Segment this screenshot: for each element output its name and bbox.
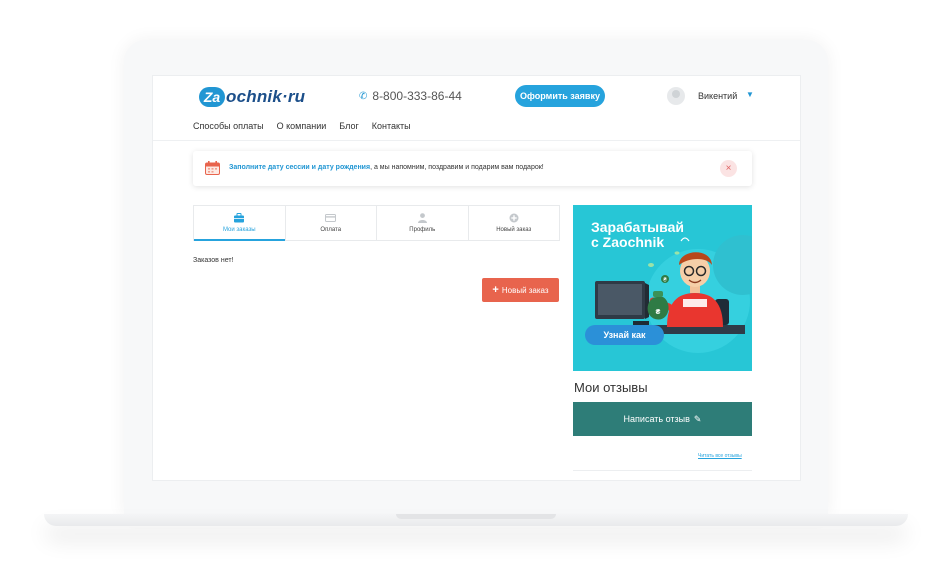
account-tabs: Мои заказы Оплата Профиль Новый заказ: [193, 205, 560, 241]
order-request-button[interactable]: Оформить заявку: [515, 85, 605, 107]
svg-text:₴: ₴: [656, 309, 661, 316]
learn-how-button[interactable]: Узнай как: [585, 325, 664, 345]
reviews-divider: [573, 470, 752, 471]
credit-card-icon: [325, 214, 337, 222]
close-icon[interactable]: ×: [720, 160, 737, 177]
tab-my-orders[interactable]: Мои заказы: [194, 206, 286, 241]
new-order-button[interactable]: + Новый заказ: [482, 278, 559, 302]
notice-link[interactable]: Заполните дату сессии и дату рождения: [229, 164, 370, 171]
main-nav: Способы оплаты О компании Блог Контакты: [193, 121, 411, 131]
phone-number[interactable]: ✆ 8-800-333-86-44: [359, 89, 462, 103]
calendar-icon: [205, 161, 220, 175]
laptop-notch: [396, 514, 556, 519]
new-order-label: Новый заказ: [501, 285, 549, 295]
header-divider: [153, 140, 800, 141]
logo-badge: Za: [199, 87, 225, 107]
logo-text: ochnik·ru: [226, 87, 306, 106]
notice-rest-text: , а мы напомним, поздравим и подарим вам…: [370, 164, 544, 171]
phone-text: 8-800-333-86-44: [372, 89, 462, 103]
briefcase-icon: [234, 213, 245, 223]
tab-profile[interactable]: Профиль: [377, 206, 469, 240]
reviews-title: Мои отзывы: [574, 380, 648, 395]
reminder-notice: Заполните дату сессии и дату рождения, а…: [193, 151, 752, 186]
plus-circle-icon: [509, 213, 519, 223]
tab-new-order[interactable]: Новый заказ: [469, 206, 560, 240]
write-review-label: Написать отзыв: [623, 414, 690, 424]
tab-label: Профиль: [409, 227, 436, 233]
read-all-reviews-link[interactable]: Читать все отзывы: [698, 453, 742, 459]
pencil-icon: ✎: [693, 413, 702, 424]
plus-icon: +: [492, 284, 499, 296]
avatar[interactable]: [667, 87, 685, 105]
tab-payment[interactable]: Оплата: [286, 206, 377, 240]
notice-text: Заполните дату сессии и дату рождения, а…: [229, 164, 544, 171]
nav-item-blog[interactable]: Блог: [339, 121, 358, 131]
tab-label: Оплата: [320, 227, 342, 233]
banner-title: Зарабатывай с Zaochnik: [591, 219, 684, 250]
nav-item-payment-methods[interactable]: Способы оплаты: [193, 121, 264, 131]
nav-item-contacts[interactable]: Контакты: [372, 121, 411, 131]
user-name[interactable]: Викентий: [698, 91, 737, 101]
screen: Za ochnik·ru ✆ 8-800-333-86-44 Оформить …: [152, 75, 801, 481]
logo[interactable]: Za ochnik·ru: [199, 86, 305, 108]
empty-orders-text: Заказов нет!: [193, 257, 234, 264]
tab-label: Новый заказ: [496, 227, 532, 233]
promo-banner[interactable]: ₴ ₴ Зарабатывай с Zaochnik Узнай как: [573, 205, 752, 371]
phone-icon: ✆: [359, 90, 368, 102]
user-icon: [417, 213, 427, 223]
tab-label: Мои заказы: [222, 227, 256, 233]
nav-item-about[interactable]: О компании: [277, 121, 327, 131]
write-review-button[interactable]: Написать отзыв ✎: [573, 402, 752, 436]
chevron-down-icon[interactable]: ▼: [746, 90, 754, 99]
